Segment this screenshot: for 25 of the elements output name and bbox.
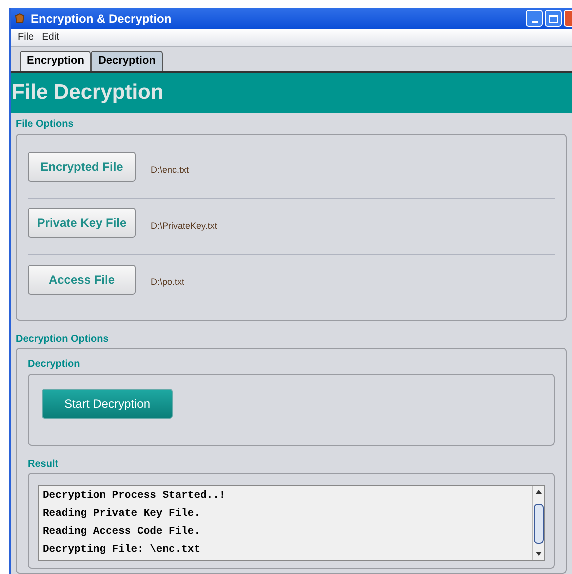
scrollbar[interactable] (532, 486, 544, 560)
file-path: D:\enc.txt (151, 164, 190, 177)
log-line: Decryption Process Started..! (43, 489, 227, 504)
section-title: Result (28, 458, 60, 472)
section-title: File Options (16, 118, 75, 132)
section-title: Decryption (28, 358, 82, 372)
scroll-up-icon[interactable] (534, 488, 542, 496)
tab[interactable]: Decryption (91, 50, 163, 71)
tab[interactable]: Encryption (20, 50, 92, 71)
scroll-down-icon[interactable] (534, 550, 542, 558)
page-header: File Decryption (11, 72, 572, 113)
menu-item[interactable]: File (18, 30, 34, 45)
menu-item[interactable]: Edit (42, 30, 60, 45)
close-button[interactable] (564, 10, 572, 28)
app-icon (14, 12, 26, 25)
section-title: Decryption Options (16, 333, 110, 347)
minimize-button[interactable] (526, 10, 543, 28)
log-line: Decrypting File: \enc.txt (43, 543, 202, 558)
start-decryption-button[interactable]: Start Decryption (42, 389, 173, 419)
log-line: Reading Private Key File. (43, 507, 202, 522)
maximize-button[interactable] (545, 10, 562, 28)
log-line: Reading Access Code File. (43, 525, 202, 540)
file-path: D:\po.txt (151, 276, 185, 290)
window-title: Encryption & Decryption (31, 10, 172, 28)
file-path: D:\PrivateKey.txt (151, 220, 218, 233)
